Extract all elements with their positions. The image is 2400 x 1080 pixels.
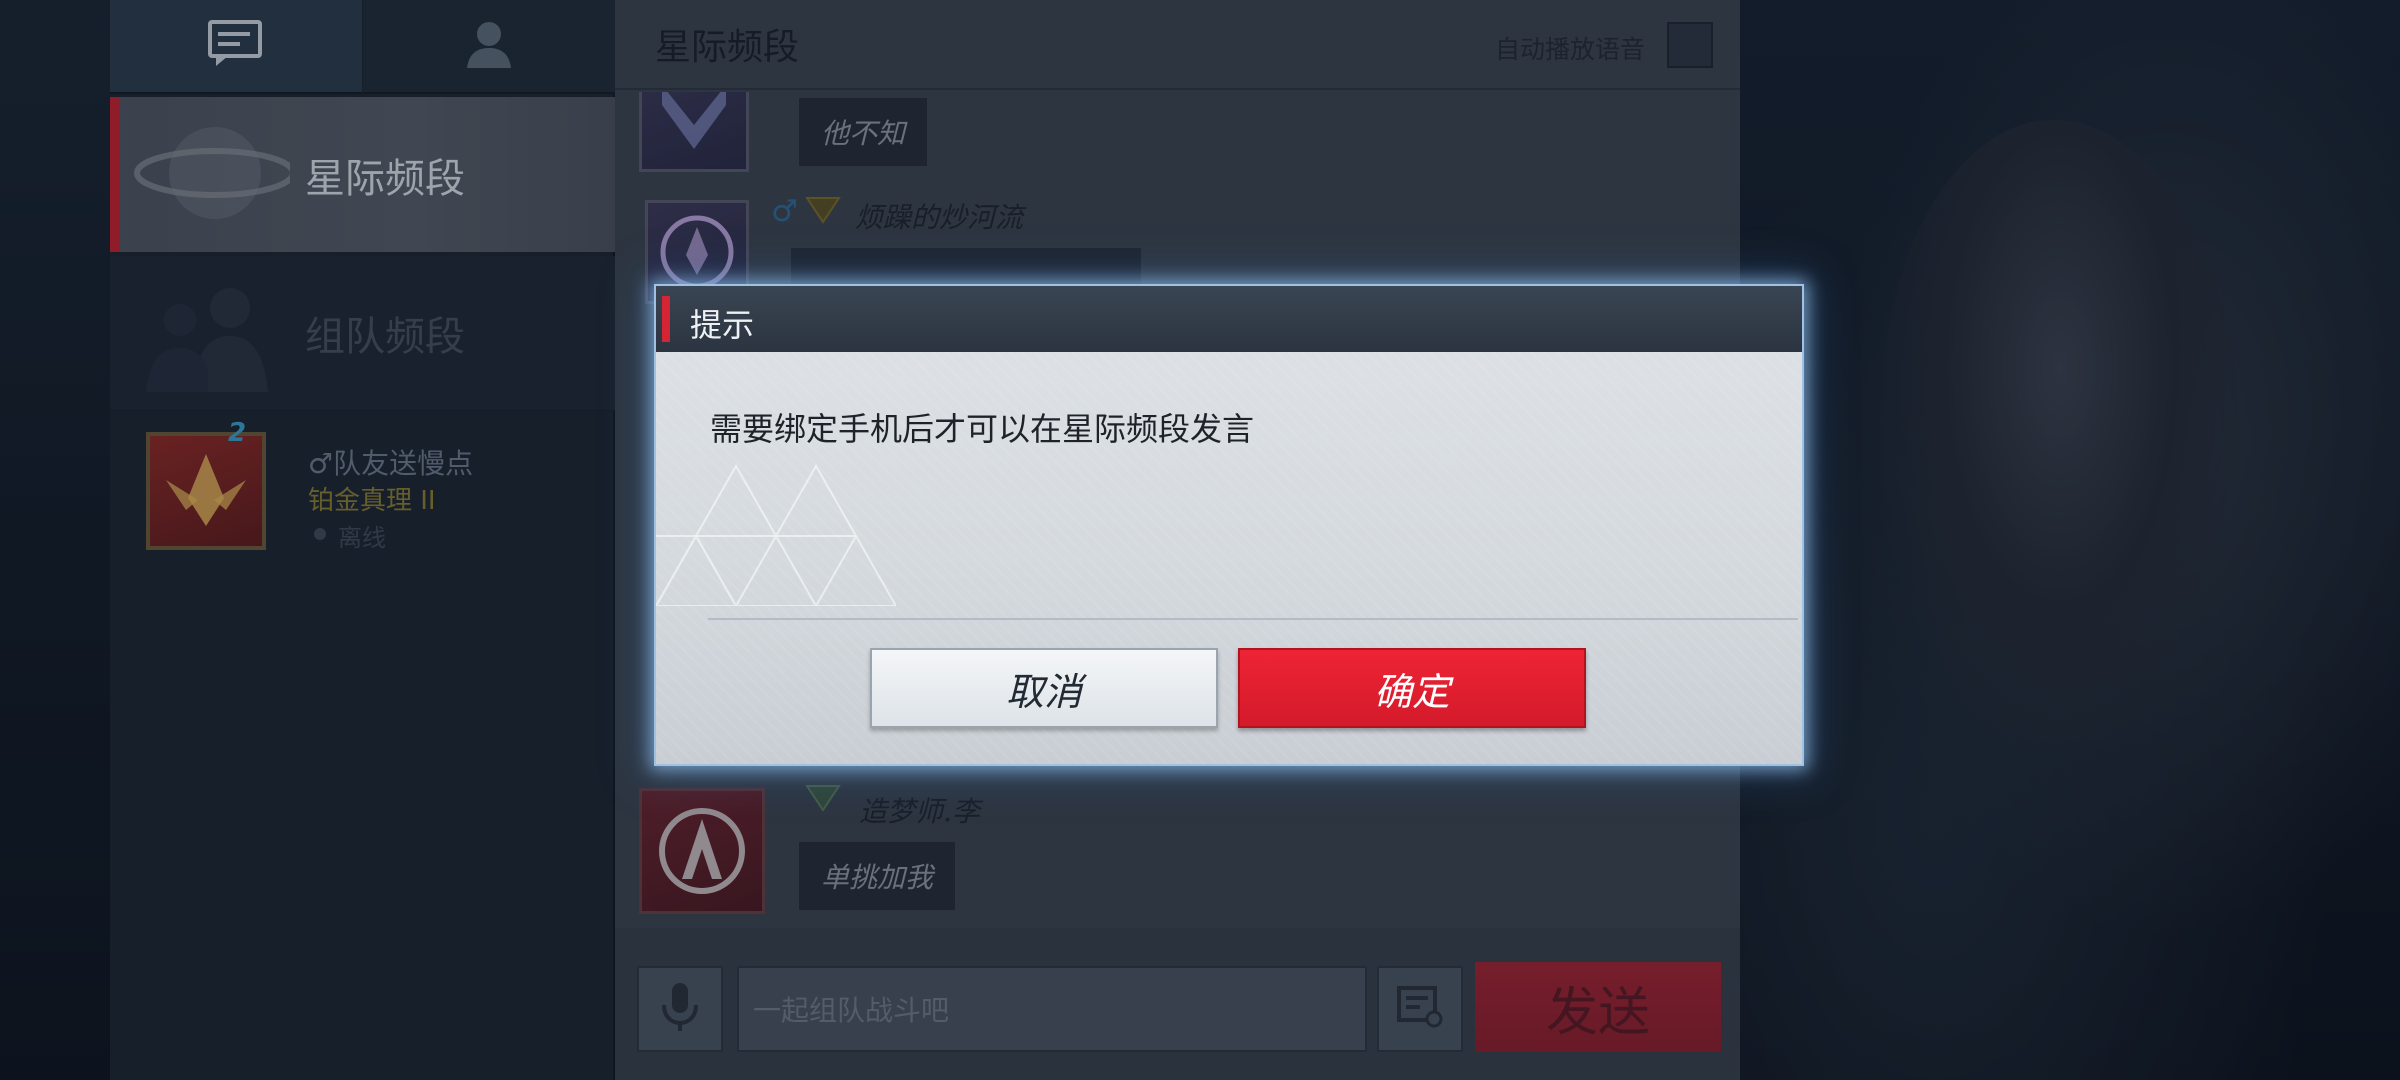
prompt-dialog: 提示 需要绑定手机后才可以在星际频段发言 取消 确定 xyxy=(654,284,1804,766)
dialog-title: 提示 xyxy=(690,306,755,344)
header-accent xyxy=(662,296,670,342)
game-screen: 星际频段 组队频段 2 ♂队友送慢点 铂金真理 II 离线 星际频段 自动播放语… xyxy=(0,0,2400,1080)
divider xyxy=(708,618,1798,620)
cancel-button[interactable]: 取消 xyxy=(870,648,1218,728)
triangle-pattern-icon xyxy=(654,426,898,607)
dialog-header: 提示 xyxy=(656,286,1802,352)
dialog-message: 需要绑定手机后才可以在星际频段发言 xyxy=(710,410,1255,448)
confirm-button[interactable]: 确定 xyxy=(1238,648,1586,728)
